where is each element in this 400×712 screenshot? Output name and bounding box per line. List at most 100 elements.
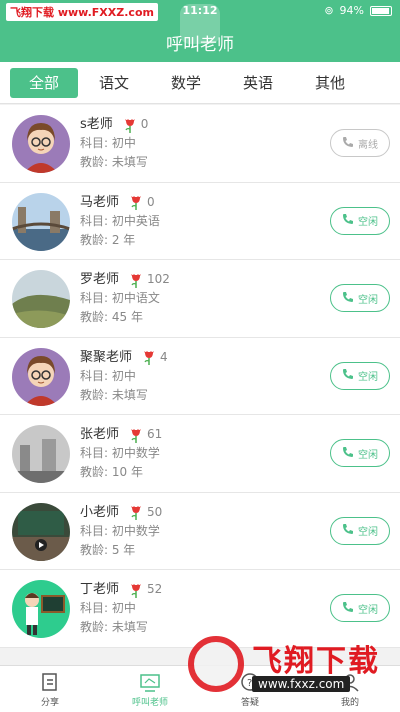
like-count: 102 (147, 272, 170, 286)
flower-icon (123, 117, 137, 133)
name-line: 马老师 0 (80, 193, 160, 212)
teacher-subject: 科目: 初中英语 (80, 213, 160, 228)
tab-0[interactable]: 全部 (10, 67, 78, 98)
teacher-avatar (12, 502, 70, 561)
teacher-info: 张老师 61 科目: 初中数学 教龄: 10 年 (80, 425, 162, 482)
teacher-row[interactable]: 马老师 0 科目: 初中英语 教龄: 2 年 空闲 (0, 182, 400, 260)
teacher-info: 马老师 0 科目: 初中英语 教龄: 2 年 (80, 193, 160, 250)
tabbar-label: 呼叫老师 (131, 698, 168, 708)
tabbar-item-3[interactable]: 我的 (300, 666, 400, 712)
call-status-label: 空闲 (358, 527, 378, 538)
teacher-name: s老师 (80, 117, 113, 132)
teacher-subject: 科目: 初中数学 (80, 446, 160, 460)
teacher-row[interactable]: 丁老师 52 科目: 初中 教龄: 未填写 空闲 (0, 570, 400, 648)
call-status-button[interactable]: 空闲 (330, 516, 390, 545)
teacher-subject: 科目: 初中 (80, 136, 136, 150)
phone-icon (342, 368, 354, 383)
teacher-info: 小老师 50 科目: 初中数学 教龄: 5 年 (80, 503, 162, 560)
tabbar-item-2[interactable]: ? 答疑 (200, 666, 300, 712)
teacher-subject: 科目: 初中数学 (80, 523, 160, 538)
name-line: 丁老师 52 (80, 580, 162, 599)
teacher-years: 教龄: 45 年 (80, 310, 143, 324)
flower-icon (129, 582, 143, 598)
phone-icon (342, 213, 354, 228)
bottom-tab-bar: 分享 呼叫老师? 答疑 我的 (0, 665, 400, 712)
teacher-row[interactable]: 罗老师 102 科目: 初中语文 教龄: 45 年 空闲 (0, 260, 400, 338)
battery-icon (370, 5, 392, 16)
call-status-button[interactable]: 空闲 (330, 206, 390, 235)
phone-icon (342, 291, 354, 306)
teacher-info: 罗老师 102 科目: 初中语文 教龄: 45 年 (80, 270, 170, 327)
flower-icon (129, 427, 143, 443)
like-count: 0 (147, 194, 155, 209)
share-icon (39, 672, 61, 692)
call-status-button[interactable]: 离线 (330, 129, 390, 157)
call-status-label: 离线 (358, 139, 378, 151)
tab-1[interactable]: 语文 (78, 68, 150, 98)
like-count: 50 (147, 504, 163, 519)
teacher-row[interactable]: 聚聚老师 4 科目: 初中 教龄: 未填写 空闲 (0, 337, 400, 415)
teacher-list: s老师 0 科目: 初中 教龄: 未填写 离线 马老师 0 科目: 初中英语 教龄: 2 年空闲… (0, 105, 400, 648)
teacher-name: 马老师 (80, 194, 120, 210)
teacher-subject: 科目: 初中语文 (80, 291, 160, 305)
like-count: 52 (147, 582, 163, 596)
phone-icon (342, 601, 354, 616)
teacher-avatar (12, 270, 70, 328)
teacher-years: 教龄: 未填写 (80, 155, 148, 169)
phone-icon (342, 136, 354, 151)
tab-3[interactable]: 英语 (222, 68, 294, 98)
teacher-name: 罗老师 (80, 272, 120, 287)
teacher-years: 教龄: 2 年 (80, 232, 136, 247)
battery-percent: 94% (339, 4, 364, 17)
teacher-info: 聚聚老师 4 科目: 初中 教龄: 未填写 (80, 348, 168, 405)
teacher-avatar (12, 425, 70, 483)
like-count: 61 (147, 427, 163, 441)
call-status-button[interactable]: 空闲 (330, 594, 390, 622)
like-count: 0 (140, 117, 149, 131)
call-status-label: 空闲 (358, 294, 378, 306)
page-title: 呼叫老师 (166, 35, 234, 55)
name-line: s老师 0 (80, 115, 148, 134)
teacher-subject: 科目: 初中 (80, 601, 136, 615)
tabbar-label: 答疑 (240, 698, 259, 708)
tabbar-item-1[interactable]: 呼叫老师 (100, 666, 200, 712)
teacher-info: s老师 0 科目: 初中 教龄: 未填写 (80, 115, 148, 172)
teacher-years: 教龄: 未填写 (80, 620, 148, 634)
tab-4[interactable]: 其他 (294, 68, 366, 98)
tabbar-item-0[interactable]: 分享 (0, 666, 100, 712)
flower-icon (129, 194, 143, 210)
flower-icon (129, 272, 143, 288)
teacher-row[interactable]: 张老师 61 科目: 初中数学 教龄: 10 年 空闲 (0, 415, 400, 493)
teacher-years: 教龄: 10 年 (80, 465, 143, 479)
teacher-row[interactable]: s老师 0 科目: 初中 教龄: 未填写 离线 (0, 105, 400, 183)
call-status-button[interactable]: 空闲 (330, 284, 390, 312)
subject-tabs: 全部 语文 数学 英语 其他 (0, 62, 400, 104)
teacher-info: 丁老师 52 科目: 初中 教龄: 未填写 (80, 580, 162, 637)
svg-text:?: ? (247, 678, 252, 689)
like-count: 4 (160, 349, 168, 364)
call-status-button[interactable]: 空闲 (330, 361, 390, 390)
teacher-name: 张老师 (80, 427, 120, 442)
phone-icon (342, 446, 354, 461)
tab-2[interactable]: 数学 (150, 68, 222, 98)
call-status-button[interactable]: 空闲 (330, 439, 390, 467)
teacher-row[interactable]: 小老师 50 科目: 初中数学 教龄: 5 年 空闲 (0, 492, 400, 570)
call-status-label: 空闲 (358, 217, 378, 228)
teacher-name: 丁老师 (80, 582, 120, 597)
teacher-avatar (12, 580, 70, 638)
teacher-subject: 科目: 初中 (80, 368, 136, 383)
teacher-avatar (12, 347, 70, 406)
call-status-label: 空闲 (358, 449, 378, 461)
teacher-years: 教龄: 未填写 (80, 387, 148, 402)
flower-icon (142, 349, 156, 365)
app-header: 飞翔下载 www.FXXZ.com 11:12 ⊚ 94% 呼叫老师 (0, 0, 400, 62)
status-right: ⊚ 94% (324, 4, 392, 17)
teacher-avatar (12, 115, 70, 173)
name-line: 罗老师 102 (80, 270, 170, 289)
call-status-label: 空闲 (358, 604, 378, 616)
teacher-avatar (12, 192, 70, 251)
teacher-name: 小老师 (80, 504, 120, 520)
name-line: 聚聚老师 4 (80, 348, 168, 367)
teacher-name: 聚聚老师 (80, 349, 133, 365)
lock-rotation-icon: ⊚ (324, 4, 334, 17)
